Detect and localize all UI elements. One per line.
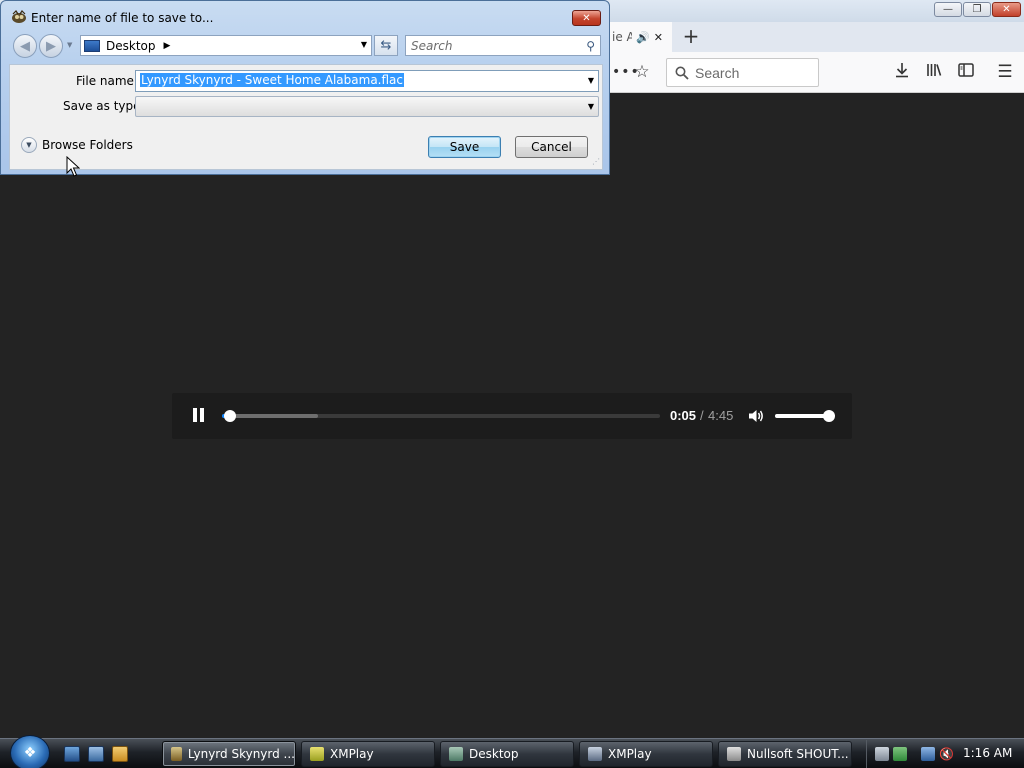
address-text: Desktop (106, 38, 156, 53)
dialog-close-button[interactable]: ✕ (572, 10, 601, 26)
taskbar-item-firefox[interactable]: Lynyrd Skynyrd ... (162, 741, 296, 767)
back-arrow-icon[interactable]: ◀ (13, 34, 37, 58)
browser-search-input[interactable]: Search (666, 58, 819, 87)
folder-icon[interactable] (112, 746, 128, 762)
save-as-type-dropdown-icon[interactable]: ▼ (588, 102, 594, 111)
forward-arrow-icon[interactable]: ▶ (39, 34, 63, 58)
windows-logo-icon: ❖ (23, 745, 37, 761)
progress-slider[interactable] (222, 410, 660, 422)
sidebar-icon[interactable] (956, 62, 976, 82)
app-icon (171, 747, 182, 761)
search-icon (675, 66, 689, 80)
clock[interactable]: 1:16 AM (963, 746, 1012, 760)
download-icon[interactable] (892, 62, 912, 82)
save-as-type-select[interactable]: ▼ (135, 96, 599, 117)
breadcrumb-chevron-icon[interactable]: ▶ (164, 41, 171, 51)
volume-muted-icon[interactable]: 🔇 (939, 747, 955, 761)
taskbar-item-xmplay[interactable]: XMPlay (301, 741, 435, 767)
progress-knob[interactable] (223, 410, 236, 422)
taskbar: ❖ Lynyrd Skynyrd ... XMPlay Desktop XMPl… (0, 735, 1024, 768)
tab-title: ie A (612, 30, 632, 44)
switch-windows-icon[interactable] (88, 746, 104, 762)
time-separator: / (700, 408, 704, 423)
expand-chevron-icon[interactable]: ▼ (21, 137, 37, 153)
desktop-folder-icon (449, 747, 463, 761)
taskbar-item-shoutcast[interactable]: Nullsoft SHOUT... (718, 741, 852, 767)
library-icon[interactable] (924, 62, 944, 82)
shoutcast-icon (727, 747, 741, 761)
dialog-title: Enter name of file to save to... (31, 11, 214, 25)
start-button[interactable]: ❖ (10, 735, 50, 768)
address-dropdown-icon[interactable]: ▼ (361, 40, 367, 49)
progress-buffered (222, 414, 319, 418)
dialog-body: File name: Lynyrd Skynyrd - Sweet Home A… (9, 64, 603, 170)
resize-grip-icon[interactable]: ⋰ (592, 157, 602, 167)
volume-knob[interactable] (823, 410, 835, 422)
browse-folders-label[interactable]: Browse Folders (42, 138, 133, 152)
close-window-button[interactable]: ✕ (992, 2, 1021, 17)
network-icon[interactable] (921, 747, 935, 761)
maximize-button[interactable]: ❐ (963, 2, 991, 17)
volume-slider[interactable] (775, 410, 835, 422)
new-tab-icon[interactable]: + (680, 24, 702, 48)
address-bar[interactable]: Desktop ▶ ▼ (80, 35, 372, 56)
pause-icon[interactable] (190, 407, 206, 425)
media-controls: 0:05 / 4:45 (172, 393, 852, 439)
file-name-label: File name: (76, 74, 138, 88)
taskbar-item-label: XMPlay (330, 747, 374, 761)
volume-fill (775, 414, 829, 418)
close-tab-icon[interactable]: ✕ (654, 31, 663, 44)
cancel-button[interactable]: Cancel (515, 136, 588, 158)
taskbar-item-xmplay-2[interactable]: XMPlay (579, 741, 713, 767)
search-icon[interactable]: ⚲ (586, 39, 595, 53)
tray-app-icon[interactable] (893, 747, 907, 761)
tray-app-icon[interactable] (875, 747, 889, 761)
file-name-dropdown-icon[interactable]: ▼ (588, 76, 594, 85)
desktop-icon (84, 39, 100, 52)
app-icon (12, 10, 26, 23)
refresh-icon[interactable]: ⇆ (374, 35, 398, 56)
taskbar-item-label: Desktop (469, 747, 519, 761)
dialog-search-input[interactable]: Search ⚲ (405, 35, 601, 56)
dialog-titlebar[interactable]: Enter name of file to save to... ✕ (1, 1, 609, 31)
star-icon[interactable]: ☆ (632, 62, 652, 82)
dialog-search-placeholder: Search (411, 38, 453, 53)
save-dialog: Enter name of file to save to... ✕ ◀ ▶ ▼… (0, 0, 610, 175)
taskbar-item-desktop[interactable]: Desktop (440, 741, 574, 767)
current-time: 0:05 (670, 408, 697, 423)
taskbar-item-label: Lynyrd Skynyrd ... (187, 747, 295, 761)
tab-active[interactable]: ie A 🔊 ✕ (610, 22, 672, 52)
search-placeholder: Search (695, 64, 740, 81)
total-time: 4:45 (708, 408, 734, 423)
mouse-cursor-icon (66, 156, 80, 177)
file-name-value[interactable]: Lynyrd Skynyrd - Sweet Home Alabama.flac (140, 73, 404, 87)
speaker-icon[interactable]: 🔊 (636, 31, 650, 44)
file-name-input[interactable]: Lynyrd Skynyrd - Sweet Home Alabama.flac… (135, 70, 599, 92)
minimize-button[interactable]: — (934, 2, 962, 17)
xmplay-icon (588, 747, 602, 761)
volume-icon[interactable] (747, 407, 765, 425)
menu-icon[interactable]: ☰ (995, 62, 1015, 82)
recent-locations-icon[interactable]: ▼ (67, 41, 72, 49)
save-button[interactable]: Save (428, 136, 501, 158)
taskbar-item-label: XMPlay (608, 747, 652, 761)
xmplay-icon (310, 747, 324, 761)
show-desktop-icon[interactable] (64, 746, 80, 762)
save-as-type-label: Save as type: (63, 99, 145, 113)
system-tray: 🔇 1:16 AM (866, 740, 1024, 768)
taskbar-item-label: Nullsoft SHOUT... (747, 747, 849, 761)
